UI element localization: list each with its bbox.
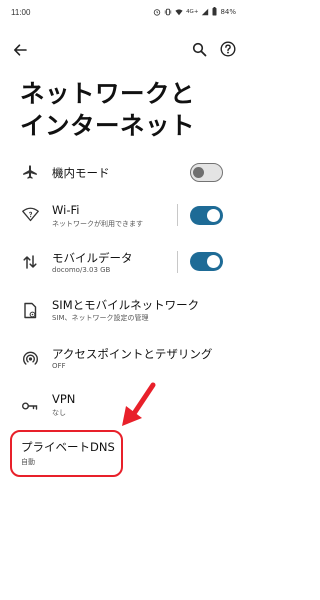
toggle-knob (193, 166, 204, 178)
vpn-status: なし (52, 409, 66, 417)
mobile-data-label: モバイルデータ (52, 251, 133, 265)
battery-percent: 84% (220, 7, 236, 16)
hotspot-icon (20, 349, 40, 369)
airplane-icon (20, 162, 40, 182)
toggle-knob (207, 255, 220, 268)
mobile-data-toggle[interactable] (190, 252, 223, 271)
wifi-label: Wi-Fi (52, 203, 80, 217)
setting-sim-mobile-network[interactable]: SIMとモバイルネットワーク SIM、ネットワーク設定の管理 (0, 292, 245, 328)
sim-icon (20, 300, 40, 320)
airplane-mode-label: 機内モード (52, 166, 110, 180)
annotation-arrow-icon (122, 382, 156, 426)
signal-icon (201, 8, 209, 16)
vpn-key-icon (20, 396, 40, 416)
page-title: ネットワークと インターネット (20, 79, 195, 140)
mobile-data-usage: docomo/3.03 GB (52, 266, 111, 274)
wifi-toggle[interactable] (190, 206, 223, 225)
divider (177, 251, 178, 273)
help-icon (220, 41, 236, 57)
status-time: 11:00 (11, 8, 31, 17)
sim-subtitle: SIM、ネットワーク設定の管理 (52, 314, 149, 322)
hotspot-label: アクセスポイントとテザリング (52, 347, 213, 361)
network-type-label: 4G+ (186, 8, 199, 15)
wifi-icon (20, 204, 40, 224)
setting-airplane-mode[interactable]: 機内モード (0, 156, 245, 190)
vibrate-icon (164, 8, 172, 16)
help-button[interactable] (217, 38, 239, 60)
search-icon (192, 42, 206, 56)
alarm-icon (153, 8, 161, 16)
battery-icon (212, 7, 217, 16)
airplane-mode-toggle[interactable] (190, 163, 223, 182)
mobile-data-icon (20, 252, 40, 272)
annotation-highlight-box (10, 430, 123, 477)
sim-label: SIMとモバイルネットワーク (52, 298, 200, 312)
status-icons: 4G+ 84% (153, 7, 236, 16)
setting-wifi[interactable]: Wi-Fi ネットワークが利用できます (0, 198, 245, 234)
arrow-back-icon (14, 44, 27, 56)
setting-mobile-data[interactable]: モバイルデータ docomo/3.03 GB (0, 245, 245, 281)
status-bar: 11:00 4G+ 84% (0, 0, 245, 24)
divider (177, 204, 178, 226)
wifi-status: ネットワークが利用できます (52, 220, 143, 228)
vpn-label: VPN (52, 392, 76, 406)
wifi-status-icon (175, 8, 183, 16)
hotspot-status: OFF (52, 362, 66, 370)
setting-hotspot-tethering[interactable]: アクセスポイントとテザリング OFF (0, 342, 245, 378)
search-button[interactable] (188, 38, 210, 60)
back-button[interactable] (10, 40, 30, 60)
toggle-knob (207, 209, 220, 222)
